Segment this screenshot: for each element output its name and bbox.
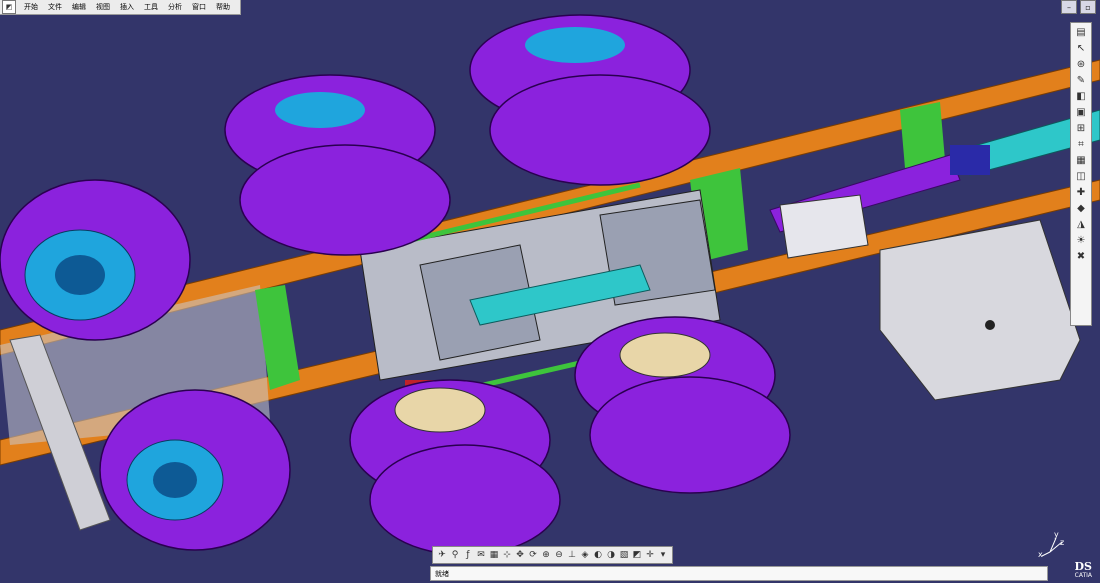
tire-dual-3	[349, 379, 561, 556]
formula-icon[interactable]: ƒ	[462, 549, 474, 561]
menu-edit[interactable]: 编辑	[67, 0, 91, 14]
menu-start[interactable]: 开始	[19, 0, 43, 14]
menu-window[interactable]: 窗口	[187, 0, 211, 14]
section-icon[interactable]: ◫	[1074, 169, 1089, 183]
menu-insert[interactable]: 插入	[115, 0, 139, 14]
menu-help[interactable]: 帮助	[211, 0, 235, 14]
save-icon[interactable]: ▾	[657, 549, 669, 561]
axis-z-label: z	[1060, 538, 1065, 547]
assembly-icon[interactable]: ▣	[1074, 105, 1089, 119]
render-style-icon[interactable]: ▧	[618, 549, 630, 561]
fly-icon[interactable]: ✈	[436, 549, 448, 561]
menu-analyze[interactable]: 分析	[163, 0, 187, 14]
shading-icon[interactable]: ◩	[631, 549, 643, 561]
light-icon[interactable]: ☀	[1074, 233, 1089, 247]
axis-triad[interactable]: x y z	[1038, 530, 1068, 560]
minimize-icon[interactable]: –	[1061, 0, 1077, 14]
tire-dual-1	[224, 74, 451, 256]
sketch-icon[interactable]: ✎	[1074, 73, 1089, 87]
tire-rear-left	[99, 389, 291, 551]
3d-viewport[interactable]	[0, 0, 1100, 583]
window-controls: – ▫	[1061, 0, 1096, 14]
walk-icon[interactable]: ⚲	[449, 549, 461, 561]
status-text: 就绪	[435, 569, 449, 578]
delete-icon[interactable]: ✖	[1074, 249, 1089, 263]
annotation-icon[interactable]: ✚	[1074, 185, 1089, 199]
zoom-in-icon[interactable]: ⊕	[540, 549, 552, 561]
snap-icon[interactable]: ⊹	[501, 549, 513, 561]
tire-dual-2	[469, 14, 711, 186]
tire-front-left-outer	[0, 179, 191, 341]
measure-icon[interactable]: ⌗	[1074, 137, 1089, 151]
swap-visible-icon[interactable]: ◑	[605, 549, 617, 561]
menu-tools[interactable]: 工具	[139, 0, 163, 14]
axis-y-label: y	[1054, 530, 1059, 539]
axis-x-label: x	[1038, 550, 1043, 559]
comment-icon[interactable]: ✉	[475, 549, 487, 561]
restore-icon[interactable]: ▫	[1080, 0, 1096, 14]
tire-dual-4	[574, 316, 791, 494]
menu-view[interactable]: 视图	[91, 0, 115, 14]
logo-mark: DS	[1074, 560, 1092, 573]
pan-icon[interactable]: ✥	[514, 549, 526, 561]
view-grid-icon[interactable]: ▦	[488, 549, 500, 561]
menu-bar: ◩ 开始 文件 编辑 视图 插入 工具 分析 窗口 帮助	[0, 0, 241, 15]
compass-icon[interactable]: ✛	[644, 549, 656, 561]
hide-show-icon[interactable]: ◐	[592, 549, 604, 561]
normal-view-icon[interactable]: ⊥	[566, 549, 578, 561]
iso-view-icon[interactable]: ◈	[579, 549, 591, 561]
logo-sub: CATIA	[1074, 572, 1092, 579]
catia-logo: DS CATIA	[1074, 560, 1092, 580]
right-toolbar: ▤ ↖ ⊛ ✎ ◧ ▣ ⊞ ⌗ ▦ ◫ ✚ ◆ ◮ ☀ ✖	[1070, 22, 1092, 326]
render-icon[interactable]: ◆	[1074, 201, 1089, 215]
fly-mode-icon[interactable]: ⊛	[1074, 57, 1089, 71]
part-icon[interactable]: ◧	[1074, 89, 1089, 103]
rotate-icon[interactable]: ⟳	[527, 549, 539, 561]
zoom-out-icon[interactable]: ⊖	[553, 549, 565, 561]
material-icon[interactable]: ◮	[1074, 217, 1089, 231]
constraint-icon[interactable]: ⊞	[1074, 121, 1089, 135]
document-icon[interactable]: ▤	[1074, 25, 1089, 39]
view-toolbar: ✈ ⚲ ƒ ✉ ▦ ⊹ ✥ ⟳ ⊕ ⊖ ⊥ ◈ ◐ ◑ ▧ ◩ ✛ ▾	[432, 546, 673, 564]
select-arrow-icon[interactable]: ↖	[1074, 41, 1089, 55]
catalog-icon[interactable]: ▦	[1074, 153, 1089, 167]
menu-file[interactable]: 文件	[43, 0, 67, 14]
status-bar[interactable]: 就绪	[430, 566, 1048, 581]
app-icon[interactable]: ◩	[2, 0, 16, 14]
